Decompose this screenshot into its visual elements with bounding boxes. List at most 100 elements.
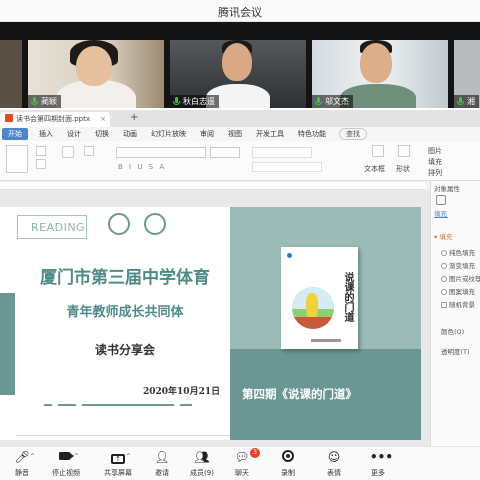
color-label: 颜色(O) bbox=[441, 328, 465, 336]
radio-icon bbox=[441, 276, 447, 282]
video-tile-3[interactable]: 邬文杰 bbox=[312, 40, 448, 108]
font-size-select[interactable] bbox=[210, 147, 240, 158]
mic-on-icon bbox=[172, 97, 181, 106]
emoji-icon: ☺︎ bbox=[327, 450, 341, 464]
alignment-tools[interactable] bbox=[252, 162, 322, 172]
emoji-label: 表情 bbox=[327, 469, 341, 477]
record-label: 录制 bbox=[281, 469, 295, 477]
record-button[interactable]: 录制 bbox=[266, 447, 310, 480]
ribbon-tab-design[interactable]: 设计 bbox=[60, 127, 88, 141]
section-fill-label: 填充 bbox=[439, 233, 453, 241]
section-fill[interactable]: ▾ 填充 bbox=[434, 231, 452, 241]
emoji-button[interactable]: ☺︎ 表情 bbox=[312, 447, 356, 480]
ribbon-tab-review[interactable]: 审阅 bbox=[193, 127, 221, 141]
paragraph-tools[interactable] bbox=[252, 147, 312, 158]
search-box[interactable]: 查找 bbox=[339, 128, 367, 140]
slide-subtitle: 青年教师成长共同体 bbox=[66, 305, 184, 320]
video-tile-2[interactable]: 秋白志遥 bbox=[170, 40, 306, 108]
option-label: 图案填充 bbox=[449, 288, 475, 296]
chevron-up-icon[interactable]: ^ bbox=[126, 453, 131, 460]
option-random[interactable]: 随机背景 bbox=[441, 299, 475, 309]
ribbon-tab-transition[interactable]: 切换 bbox=[88, 127, 116, 141]
more-label: 更多 bbox=[371, 469, 385, 477]
picture-button[interactable]: 图片 bbox=[428, 146, 442, 156]
checkbox-icon bbox=[441, 302, 447, 308]
slide-date: 2020年10月21日 bbox=[143, 387, 221, 397]
new-slide-icon[interactable] bbox=[62, 146, 74, 158]
chat-icon: 💬︎ bbox=[234, 450, 250, 464]
text-box-icon[interactable] bbox=[372, 145, 384, 157]
chat-button[interactable]: 💬︎ 3 聊天 bbox=[220, 447, 264, 480]
ribbon-tab-start[interactable]: 开始 bbox=[2, 128, 28, 140]
mute-label: 静音 bbox=[15, 469, 29, 477]
slide[interactable]: READING 厦门市第三届中学体育 青年教师成长共同体 读书分享会 2020年… bbox=[0, 207, 421, 440]
tab-indicator bbox=[434, 217, 448, 218]
video-strip: 蔺颖 秋白志遥 邬文杰 湘 bbox=[0, 22, 480, 108]
share-screen-button[interactable]: ↑ ^ 共享屏幕 bbox=[96, 447, 140, 480]
close-tab-icon[interactable]: × bbox=[100, 112, 106, 127]
more-icon: ••• bbox=[370, 450, 394, 464]
ribbon-tab-features[interactable]: 特色功能 bbox=[291, 127, 333, 141]
ppt-file-name: 读书会第四期封面.pptx bbox=[16, 115, 90, 123]
members-button[interactable]: 👥︎ 成员(9) bbox=[180, 447, 224, 480]
new-tab-button[interactable]: + bbox=[130, 112, 138, 123]
transparency-label: 透明度(T) bbox=[441, 348, 470, 356]
book-cover: 说课的门道 bbox=[281, 247, 358, 349]
video-tile-1[interactable]: 蔺颖 bbox=[28, 40, 164, 108]
shape-icon[interactable] bbox=[398, 145, 410, 157]
ribbon-tab-view[interactable]: 视图 bbox=[221, 127, 249, 141]
book-publisher bbox=[311, 339, 341, 342]
cut-icon[interactable] bbox=[36, 146, 46, 156]
option-solid[interactable]: 纯色填充 bbox=[441, 247, 475, 257]
more-button[interactable]: ••• 更多 bbox=[356, 447, 400, 480]
ppt-file-tab[interactable]: 读书会第四期封面.pptx × bbox=[0, 112, 110, 127]
arrange-button[interactable]: 排列 bbox=[428, 168, 442, 178]
copy-icon[interactable] bbox=[36, 159, 46, 169]
chat-badge: 3 bbox=[250, 448, 260, 458]
invite-button[interactable]: 👤︎ 邀请 bbox=[140, 447, 184, 480]
window-titlebar: 腾讯会议 bbox=[0, 0, 480, 22]
text-box-button[interactable]: 文本框 bbox=[364, 164, 385, 174]
layout-icon[interactable] bbox=[84, 146, 94, 156]
ribbon-tab-slideshow[interactable]: 幻灯片放映 bbox=[144, 127, 193, 141]
chevron-up-icon[interactable]: ^ bbox=[30, 453, 35, 460]
stop-video-button[interactable]: ^ 停止视频 bbox=[44, 447, 88, 480]
camera-circle-icon bbox=[108, 213, 130, 235]
radio-icon bbox=[441, 263, 447, 269]
option-pattern[interactable]: 图案填充 bbox=[441, 286, 475, 296]
fill-bucket-icon[interactable] bbox=[436, 195, 446, 205]
book-cover-image bbox=[292, 287, 334, 329]
publisher-logo-icon bbox=[287, 253, 292, 258]
radio-icon bbox=[441, 250, 447, 256]
slide-area: READING 厦门市第三届中学体育 青年教师成长共同体 读书分享会 2020年… bbox=[0, 190, 430, 446]
mic-on-icon bbox=[30, 97, 39, 106]
chevron-up-icon[interactable]: ^ bbox=[74, 453, 79, 460]
ribbon-tab-developer[interactable]: 开发工具 bbox=[249, 127, 291, 141]
stop-video-label: 停止视频 bbox=[52, 469, 80, 477]
fill-button[interactable]: 填充 bbox=[428, 157, 442, 167]
ribbon-tab-insert[interactable]: 插入 bbox=[32, 127, 60, 141]
members-label: 成员(9) bbox=[190, 469, 214, 477]
mute-button[interactable]: 🎤︎ ^ 静音 bbox=[0, 447, 44, 480]
shape-button[interactable]: 形状 bbox=[396, 164, 410, 174]
video-tile-4[interactable]: 湘 bbox=[454, 40, 480, 108]
deco-line bbox=[180, 404, 192, 406]
ribbon-tab-animation[interactable]: 动画 bbox=[116, 127, 144, 141]
ruler bbox=[0, 182, 425, 190]
ribbon-toolbar: B I U S A 文本框 形状 图片 填充 排列 bbox=[0, 141, 480, 181]
font-family-select[interactable] bbox=[116, 147, 206, 158]
video-tile-partial[interactable] bbox=[0, 40, 22, 108]
option-picture[interactable]: 图片或纹理 bbox=[441, 273, 480, 283]
chat-label: 聊天 bbox=[235, 469, 249, 477]
members-icon: 👥︎ bbox=[194, 450, 210, 464]
font-style-buttons[interactable]: B I U S A bbox=[118, 163, 166, 171]
reading-label: READING bbox=[31, 221, 86, 234]
option-gradient[interactable]: 渐变填充 bbox=[441, 260, 475, 270]
mic-on-icon bbox=[456, 97, 465, 106]
slide-event: 读书分享会 bbox=[94, 343, 155, 357]
invite-icon: 👤︎ bbox=[154, 450, 170, 464]
deco-line bbox=[82, 404, 174, 406]
invite-label: 邀请 bbox=[155, 469, 169, 477]
window-title: 腾讯会议 bbox=[218, 6, 262, 19]
paste-icon[interactable] bbox=[6, 145, 28, 173]
